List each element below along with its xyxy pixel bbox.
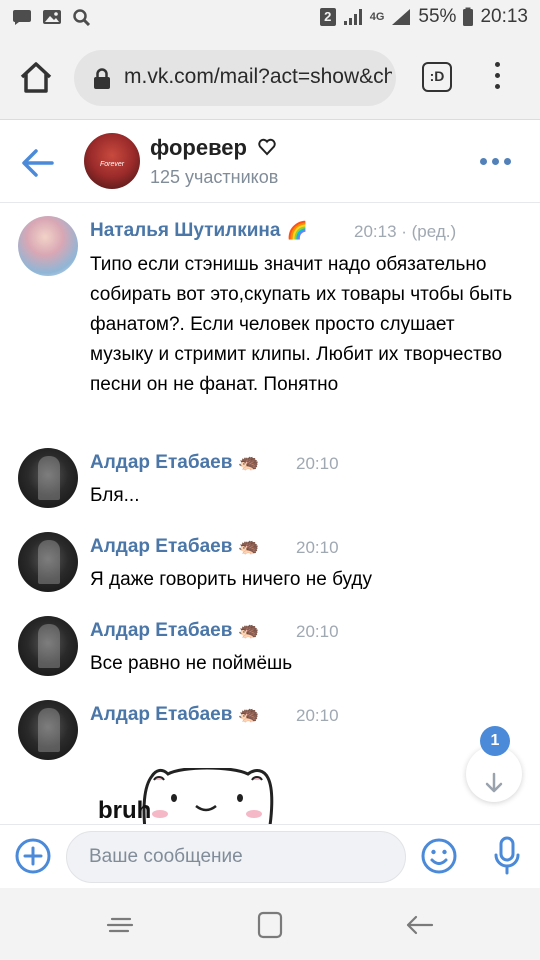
search-icon xyxy=(73,9,91,26)
back-nav-icon[interactable] xyxy=(400,910,440,940)
message-author[interactable]: Наталья Шутилкина 🌈 xyxy=(90,220,308,242)
back-arrow-icon[interactable] xyxy=(20,147,56,179)
message-time: 20:10 xyxy=(296,706,339,725)
battery-percent: 55% xyxy=(418,6,457,27)
more-options-icon[interactable] xyxy=(480,158,514,166)
status-bar: 2 4G 55% 20:13 xyxy=(0,0,540,36)
unread-count-badge: 1 xyxy=(480,726,510,756)
message-item: Алдар Етабаев 🦔 20:10 Все равно не поймёш… xyxy=(0,616,540,688)
system-nav-bar xyxy=(0,888,540,960)
message-item: Алдар Етабаев 🦔 20:10 Бля... xyxy=(0,448,540,520)
message-author[interactable]: Алдар Етабаев 🦔 xyxy=(90,536,260,558)
group-avatar[interactable]: Forever xyxy=(84,133,140,189)
message-time: 20:10 xyxy=(296,622,339,641)
message-composer: Ваше сообщение xyxy=(0,824,540,888)
message-text: Типо если стэнишь значит надо обязательн… xyxy=(90,254,513,395)
sticker-image[interactable]: bruh xyxy=(92,768,282,824)
avatar[interactable] xyxy=(18,216,78,276)
browser-menu-icon[interactable] xyxy=(490,62,504,96)
arrow-down-icon xyxy=(485,772,503,793)
microphone-icon[interactable] xyxy=(490,835,524,877)
message-input[interactable]: Ваше сообщение xyxy=(66,831,406,883)
hedgehog-emoji: 🦔 xyxy=(238,453,260,472)
participants-count[interactable]: 125 участников xyxy=(150,167,278,188)
hedgehog-emoji: 🦔 xyxy=(238,537,260,556)
message-item: Наталья Шутилкина 🌈 20:13 · (ред.) Типо е… xyxy=(0,212,540,432)
lock-icon xyxy=(94,68,110,89)
attach-plus-icon[interactable] xyxy=(14,837,52,875)
battery-icon xyxy=(463,7,474,26)
message-author[interactable]: Алдар Етабаев 🦔 xyxy=(90,452,260,474)
author-name: Алдар Етабаев xyxy=(90,620,233,641)
hedgehog-emoji: 🦔 xyxy=(238,705,260,724)
message-author[interactable]: Алдар Етабаев 🦔 xyxy=(90,620,260,642)
group-avatar-caption: Forever xyxy=(99,161,125,168)
chat-title[interactable]: форевер xyxy=(150,135,277,161)
message-item: Алдар Етабаев 🦔 20:10 Я даже говорить нич… xyxy=(0,532,540,604)
home-icon[interactable] xyxy=(16,58,56,98)
avatar[interactable] xyxy=(18,700,78,760)
message-time: 20:10 xyxy=(296,538,339,557)
message-author[interactable]: Алдар Етабаев 🦔 xyxy=(90,704,260,726)
chat-bubble-icon xyxy=(13,10,31,25)
sim-badge: 2 xyxy=(319,8,336,26)
author-name: Алдар Етабаев xyxy=(90,536,233,557)
avatar[interactable] xyxy=(18,532,78,592)
message-time: 20:13 · (ред.) xyxy=(354,222,457,241)
chat-title-text: форевер xyxy=(150,135,247,160)
hedgehog-emoji: 🦔 xyxy=(238,621,260,640)
signal-icon-2 xyxy=(392,9,411,25)
signal-icon xyxy=(343,9,362,25)
url-text[interactable]: m.vk.com/mail?act=show&chat xyxy=(124,65,392,89)
avatar[interactable] xyxy=(18,448,78,508)
author-name: Алдар Етабаев xyxy=(90,452,233,473)
author-name: Алдар Етабаев xyxy=(90,704,233,725)
message-time: 20:10 xyxy=(296,454,339,473)
rainbow-emoji: 🌈 xyxy=(286,221,308,240)
message-list[interactable]: Наталья Шутилкина 🌈 20:13 · (ред.) Типо е… xyxy=(0,204,540,824)
browser-toolbar: m.vk.com/mail?act=show&chat :D xyxy=(0,36,540,120)
network-type: 4G xyxy=(369,11,385,23)
home-nav-icon[interactable] xyxy=(250,910,290,940)
recent-apps-icon[interactable] xyxy=(100,910,140,940)
tabs-button[interactable]: :D xyxy=(422,62,452,92)
avatar[interactable] xyxy=(18,616,78,676)
chat-header: Forever форевер 125 участников xyxy=(0,121,540,203)
author-name: Наталья Шутилкина xyxy=(90,220,281,241)
heart-outline-icon xyxy=(258,138,276,156)
message-text: Все равно не поймёшь xyxy=(90,653,293,674)
emoji-smile-icon[interactable] xyxy=(420,837,458,875)
address-bar[interactable]: m.vk.com/mail?act=show&chat xyxy=(74,50,396,106)
message-text: Бля... xyxy=(90,485,140,506)
scroll-to-new-button[interactable]: 1 xyxy=(466,726,522,802)
message-text: Я даже говорить ничего не буду xyxy=(90,569,372,590)
sticker-text: bruh xyxy=(98,797,151,824)
image-icon xyxy=(43,10,61,24)
clock: 20:13 xyxy=(480,6,528,27)
